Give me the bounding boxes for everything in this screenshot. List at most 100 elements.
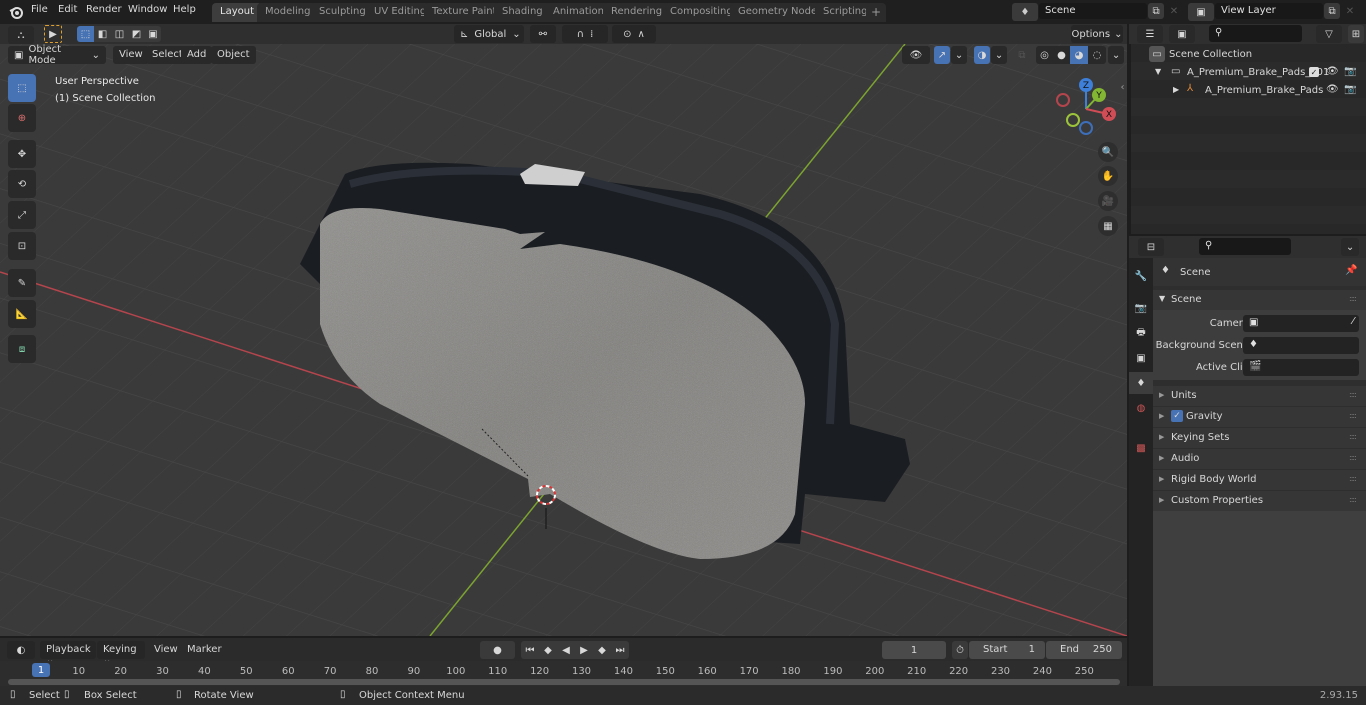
transform-orientation-dropdown[interactable]: ⊾ Global ⌄	[454, 25, 524, 43]
tool-cursor[interactable]: ⊕	[8, 104, 36, 132]
display-mode-dropdown[interactable]: ▣	[1169, 25, 1195, 43]
camera-view-button[interactable]: 🎥	[1098, 191, 1118, 211]
brake-pad-model[interactable]	[0, 24, 1127, 636]
auto-keying-toggle[interactable]: ●	[480, 641, 515, 659]
playhead[interactable]: 1	[32, 663, 50, 677]
scene-browse-button[interactable]: ♦	[1012, 3, 1038, 21]
tab-shading[interactable]: Shading	[494, 3, 551, 22]
background-scene-field[interactable]: ♦	[1243, 337, 1359, 354]
playback-dropdown[interactable]: Playback ⌄	[40, 641, 96, 666]
end-frame-field[interactable]: End 250	[1046, 641, 1122, 659]
eyedropper-icon[interactable]: ⁄	[1352, 316, 1354, 327]
new-view-layer-button[interactable]: ⧉	[1324, 3, 1340, 19]
pivot-point-dropdown[interactable]: ⚯	[530, 25, 556, 43]
jump-start-button[interactable]: ⏮	[521, 641, 539, 659]
snap-toggle[interactable]: ∩ ⁞	[562, 25, 608, 43]
xray-toggle[interactable]: ⧉	[1014, 46, 1030, 64]
outliner-row-armature[interactable]: ▶ ⅄ A_Premium_Brake_Pads 👁 📷	[1131, 82, 1366, 100]
proportional-edit-toggle[interactable]: ⊙ ∧	[612, 25, 656, 43]
preview-range-toggle[interactable]: ⏱	[952, 641, 968, 659]
play-reverse-button[interactable]: ◀	[557, 641, 575, 659]
drag-handle-icon[interactable]: ::::	[1349, 495, 1357, 504]
visibility-dropdown[interactable]: 👁	[902, 46, 930, 64]
drag-handle-icon[interactable]: ::::	[1349, 474, 1357, 483]
material-preview-shading-icon[interactable]: ◕	[1070, 46, 1088, 64]
outliner-row-scene-collection[interactable]: ▭ Scene Collection	[1131, 46, 1366, 64]
menu-help[interactable]: Help	[173, 4, 196, 15]
timeline-editor-type[interactable]: ◐	[7, 641, 35, 659]
wireframe-shading-icon[interactable]: ◎	[1036, 46, 1053, 64]
section-gravity[interactable]: ▶ ✓ Gravity ::::	[1153, 407, 1366, 427]
expand-arrow-icon[interactable]: ▼	[1155, 67, 1161, 76]
select-intersect-icon[interactable]: ▣	[145, 26, 161, 42]
select-new-icon[interactable]: ⬚	[77, 26, 94, 42]
exclude-checkbox[interactable]: ✓	[1309, 67, 1319, 77]
render-tab[interactable]: 📷	[1131, 298, 1151, 318]
tool-rotate[interactable]: ⟲	[8, 170, 36, 198]
view-layer-tab[interactable]: ▣	[1131, 348, 1151, 368]
gizmo-dropdown[interactable]: ⌄	[951, 46, 967, 64]
next-keyframe-button[interactable]: ◆	[593, 641, 611, 659]
viewport-menu-object[interactable]: Object	[211, 46, 256, 64]
properties-editor-type[interactable]: ⊟	[1138, 238, 1164, 256]
tool-add-cube[interactable]: ⧈	[8, 335, 36, 363]
blender-logo-icon[interactable]	[8, 4, 24, 20]
select-subtract-icon[interactable]: ◫	[111, 26, 128, 42]
3d-viewport[interactable]	[0, 24, 1127, 636]
timeline-scrollbar[interactable]	[8, 679, 1120, 685]
tab-modeling[interactable]: Modeling	[257, 3, 319, 22]
section-custom-properties[interactable]: ▶ Custom Properties ::::	[1153, 491, 1366, 511]
viewport-menu-add[interactable]: Add	[181, 46, 213, 64]
navigation-gizmo[interactable]: Z Y X	[1050, 74, 1125, 139]
delete-view-layer-button[interactable]: ✕	[1342, 3, 1358, 19]
shading-dropdown[interactable]: ⌄	[1108, 46, 1124, 64]
menu-render[interactable]: Render	[86, 4, 122, 15]
editor-type-button[interactable]: ⛬	[8, 26, 34, 44]
mode-dropdown[interactable]: ▣ Object Mode ⌄	[8, 44, 106, 66]
outliner-search-input[interactable]: ⚲	[1209, 25, 1302, 42]
timeline-menu-view[interactable]: View	[154, 644, 178, 655]
sidebar-toggle[interactable]: ‹	[1118, 80, 1127, 94]
tool-scale[interactable]: ⤢	[8, 201, 36, 229]
viewport-menu-view[interactable]: View	[113, 46, 149, 64]
tab-layout[interactable]: Layout	[212, 3, 262, 22]
menu-edit[interactable]: Edit	[58, 4, 77, 15]
camera-render-icon[interactable]: 📷	[1344, 66, 1356, 77]
select-extend-icon[interactable]: ◧	[94, 26, 111, 42]
tool-measure[interactable]: 📐	[8, 300, 36, 328]
current-frame-field[interactable]: 1	[882, 641, 946, 659]
tab-compositing[interactable]: Compositing	[662, 3, 741, 22]
properties-search-input[interactable]: ⚲	[1199, 238, 1291, 255]
rendered-shading-icon[interactable]: ◌	[1088, 46, 1106, 64]
view-layer-name-field[interactable]: View Layer	[1215, 3, 1323, 19]
camera-render-icon[interactable]: 📷	[1344, 84, 1356, 95]
drag-handle-icon[interactable]: ::::	[1349, 453, 1357, 462]
menu-window[interactable]: Window	[128, 4, 167, 15]
select-invert-icon[interactable]: ◩	[128, 26, 145, 42]
tool-transform[interactable]: ⊡	[8, 232, 36, 260]
world-tab[interactable]: ◍	[1131, 398, 1151, 418]
overlays-toggle[interactable]: ◑	[974, 46, 990, 64]
scene-panel-header[interactable]: ▼ Scene ::::	[1153, 290, 1366, 310]
menu-file[interactable]: File	[31, 4, 48, 15]
outliner-editor-type[interactable]: ☰	[1137, 25, 1163, 43]
gizmo-toggle[interactable]: ↗	[934, 46, 950, 64]
add-workspace-button[interactable]: +	[866, 3, 887, 22]
timeline-menu-marker[interactable]: Marker	[187, 644, 222, 655]
active-clip-field[interactable]: 🎬	[1243, 359, 1359, 376]
scene-tab[interactable]: ♦	[1129, 372, 1153, 394]
view-layer-browse-button[interactable]: ▣	[1188, 3, 1214, 21]
section-rigid-body-world[interactable]: ▶ Rigid Body World ::::	[1153, 470, 1366, 490]
eye-icon[interactable]: 👁	[1326, 84, 1339, 95]
drag-handle-icon[interactable]: ::::	[1349, 432, 1357, 441]
camera-field[interactable]: ▣ ⁄	[1243, 315, 1359, 332]
tool-move[interactable]: ✥	[8, 140, 36, 168]
pin-icon[interactable]: 📌	[1345, 265, 1357, 276]
jump-end-button[interactable]: ⏭	[611, 641, 629, 659]
tool-select-box[interactable]: ⬚	[8, 74, 36, 102]
delete-scene-button[interactable]: ✕	[1166, 3, 1182, 19]
drag-handle-icon[interactable]: ::::	[1349, 390, 1357, 399]
play-button[interactable]: ▶	[575, 641, 593, 659]
scene-name-field[interactable]: Scene	[1039, 3, 1147, 19]
solid-shading-icon[interactable]: ●	[1053, 46, 1070, 64]
